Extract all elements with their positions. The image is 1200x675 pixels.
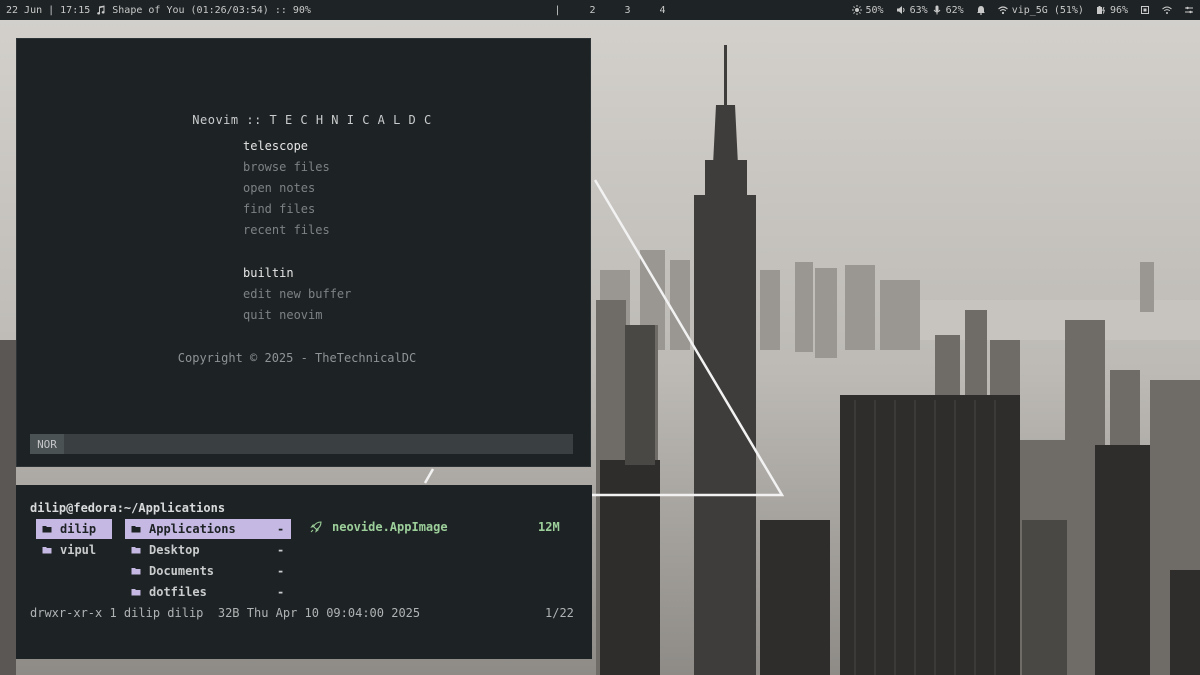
workspace-switcher: | 2 3 4 [540, 0, 680, 20]
clock-label: 17:15 [60, 4, 91, 16]
volume-icon [896, 5, 906, 15]
brightness-indicator[interactable]: 50% [851, 4, 884, 16]
dir-dotfiles[interactable]: dotfiles [125, 582, 291, 602]
file-entry-neovide[interactable]: neovide.AppImage [310, 520, 448, 534]
current-path: dilip@fedora:~/Applications [30, 501, 226, 515]
dir-count: - [277, 564, 285, 578]
dir-desktop[interactable]: Desktop [125, 540, 291, 560]
network-tray-icon[interactable] [1162, 5, 1172, 15]
dashboard-header: Neovim :: T E C H N I C A L D C [192, 113, 432, 127]
dashboard-item-open-notes[interactable]: open notes [243, 181, 315, 195]
mode-indicator: NOR [30, 434, 64, 454]
battery-indicator[interactable]: 96% [1096, 5, 1128, 16]
dir-documents[interactable]: Documents [125, 561, 291, 581]
dir-name: Desktop [149, 543, 200, 557]
parent-dir-vipul[interactable]: vipul [36, 540, 112, 560]
battery-charging-icon [1096, 5, 1106, 15]
dashboard-item-browse-files[interactable]: browse files [243, 160, 330, 174]
dashboard-item-recent-files[interactable]: recent files [243, 223, 330, 237]
top-status-bar: 22 Jun | 17:15 Shape of You (01:26/03:54… [0, 0, 1200, 20]
music-now-playing[interactable]: Shape of You (01:26/03:54) :: 90% [112, 5, 311, 16]
statusline: NOR [30, 434, 573, 454]
parent-dir-dilip[interactable]: dilip [36, 519, 112, 539]
cursor-position: 1/22 [545, 606, 574, 620]
folder-icon [42, 524, 52, 534]
volume-indicator[interactable]: 63% 62% [896, 5, 964, 16]
wifi-value: vip_5G (51%) [1011, 4, 1084, 16]
wifi-indicator[interactable]: vip_5G (51%) [997, 4, 1084, 16]
dashboard-item-find-files[interactable]: find files [243, 202, 315, 216]
section-title-telescope: telescope [243, 139, 309, 153]
copyright-footer: Copyright © 2025 - TheTechnicalDC [177, 351, 417, 365]
brightness-icon [851, 5, 862, 15]
folder-icon [131, 587, 141, 597]
dir-count: - [277, 543, 285, 557]
rocket-icon [310, 521, 322, 533]
workspace-2[interactable]: 2 [575, 5, 610, 16]
file-manager-window[interactable]: dilip@fedora:~/Applications dilip vipul … [16, 485, 592, 659]
date-label: 22 Jun [6, 4, 43, 16]
section-title-builtin: builtin [243, 266, 294, 280]
dir-applications[interactable]: Applications [125, 519, 291, 539]
folder-icon [131, 545, 141, 555]
workspace-4[interactable]: 4 [645, 5, 680, 16]
settings-sliders-icon[interactable] [1184, 5, 1194, 15]
dashboard-item-edit-new-buffer[interactable]: edit new buffer [243, 287, 351, 301]
dir-count: - [277, 585, 285, 599]
dir-name: Documents [149, 564, 215, 578]
separator: | [48, 4, 55, 16]
dashboard-item-quit-neovim[interactable]: quit neovim [243, 308, 322, 322]
dir-count: - [277, 522, 285, 536]
folder-icon [131, 566, 141, 576]
folder-icon [131, 524, 141, 534]
dir-name: vipul [60, 543, 97, 557]
battery-value: 96% [1109, 4, 1128, 16]
dir-name: dotfiles [149, 585, 207, 599]
microphone-icon [932, 5, 942, 15]
mic-value: 62% [945, 4, 964, 16]
brightness-value: 50% [865, 4, 884, 16]
music-note-icon [96, 5, 106, 15]
file-permissions-line: drwxr-xr-x 1 dilip dilip 32B Thu Apr 10 … [30, 606, 421, 620]
tray-app-icon[interactable] [1140, 5, 1150, 15]
dir-name: dilip [60, 522, 97, 536]
neovim-window[interactable]: Neovim :: T E C H N I C A L D C telescop… [16, 38, 591, 467]
dir-name: Applications [149, 522, 236, 536]
bell-icon[interactable] [976, 5, 986, 15]
file-name: neovide.AppImage [332, 520, 448, 534]
file-size: 12M [538, 520, 560, 534]
volume-value: 63% [909, 4, 928, 16]
wifi-icon [997, 5, 1008, 15]
workspace-1[interactable]: | [540, 5, 575, 16]
folder-icon [42, 545, 52, 555]
workspace-3[interactable]: 3 [610, 5, 645, 16]
